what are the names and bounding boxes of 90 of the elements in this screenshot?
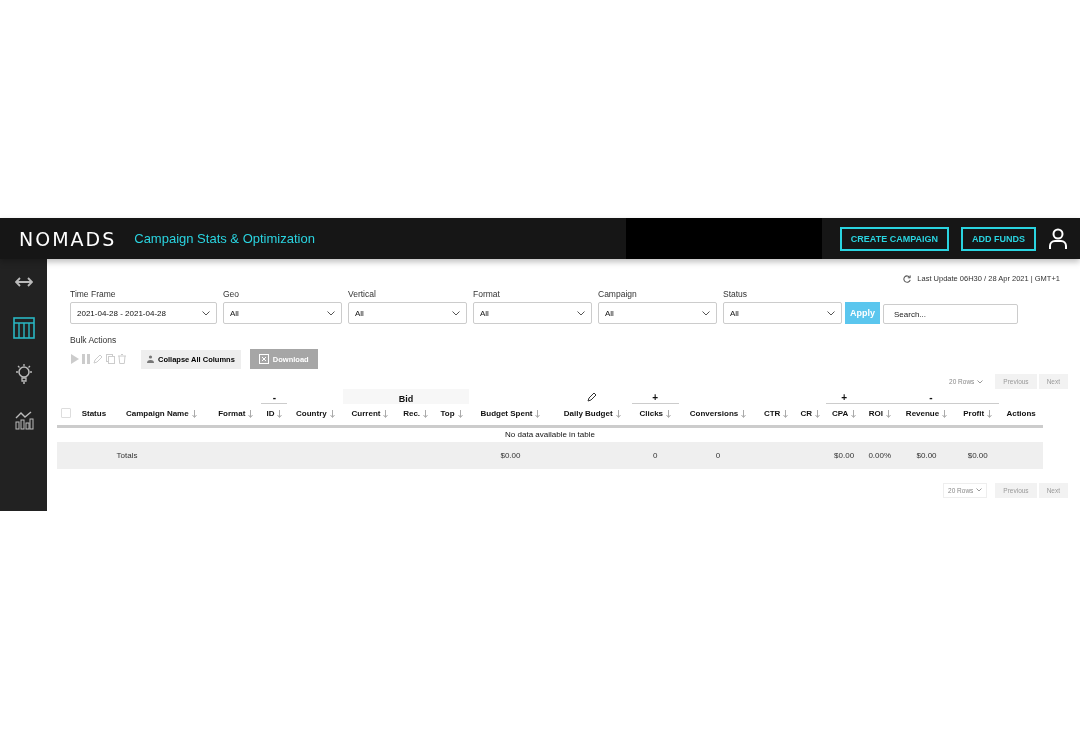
sort-arrow-icon[interactable]: [814, 409, 820, 418]
dropdown[interactable]: All: [473, 302, 592, 324]
person-icon: [147, 355, 154, 363]
column-group-label[interactable]: +: [652, 392, 659, 403]
sort-arrow-icon[interactable]: [987, 409, 993, 418]
column-header[interactable]: CTR: [757, 403, 795, 426]
refresh-icon[interactable]: [903, 274, 912, 283]
lightbulb-icon[interactable]: [13, 363, 34, 385]
sort-arrow-icon[interactable]: [329, 409, 335, 418]
column-header[interactable]: ID: [261, 403, 288, 426]
sort-arrow-icon[interactable]: [423, 409, 429, 418]
filter-label: Campaign: [598, 289, 638, 299]
chevron-down-icon: [452, 310, 460, 316]
chevron-down-icon: [827, 310, 835, 316]
select-all-checkbox[interactable]: [61, 407, 72, 418]
column-group-label[interactable]: -: [929, 392, 933, 403]
chevron-down-icon: [202, 310, 210, 316]
sort-arrow-icon[interactable]: [383, 409, 389, 418]
double-arrow-icon[interactable]: [14, 277, 33, 287]
spreadsheet-icon: [258, 354, 269, 364]
sort-arrow-icon[interactable]: [535, 409, 541, 418]
search-field[interactable]: Search...: [883, 304, 1018, 324]
trash-icon[interactable]: [118, 354, 126, 364]
chevron-down-icon: [976, 488, 983, 492]
sort-arrow-icon[interactable]: [277, 409, 283, 418]
column-header[interactable]: ROI: [862, 403, 897, 426]
filter-label: Vertical: [348, 289, 377, 299]
sort-arrow-icon[interactable]: [942, 409, 948, 418]
totals-cell: $0.00: [967, 450, 988, 460]
totals-cell: $0.00: [500, 450, 521, 460]
totals-cell: Totals: [116, 450, 138, 460]
column-header[interactable]: Daily Budget: [552, 403, 632, 426]
column-header[interactable]: Clicks: [632, 403, 679, 426]
play-icon[interactable]: [71, 354, 79, 364]
column-header[interactable]: CR: [794, 403, 826, 426]
sort-arrow-icon[interactable]: [783, 409, 789, 418]
filter-label: Format: [473, 289, 501, 299]
column-header[interactable]: Conversions: [678, 403, 758, 426]
copy-icon[interactable]: [106, 354, 115, 364]
column-header[interactable]: CPA: [825, 403, 863, 426]
empty-table-message: No data available in table: [505, 429, 595, 439]
column-group-label[interactable]: Bid: [398, 393, 414, 404]
column-header[interactable]: Budget Spent: [468, 403, 553, 426]
sort-arrow-icon[interactable]: [666, 409, 672, 418]
sort-arrow-icon[interactable]: [741, 409, 747, 418]
bar-chart-icon[interactable]: [13, 410, 34, 430]
filter-label: Status: [723, 289, 749, 299]
chevron-down-icon: [702, 310, 710, 316]
column-header[interactable]: Current: [343, 403, 397, 426]
totals-cell: 0.00%: [868, 450, 892, 460]
column-header[interactable]: Actions: [999, 403, 1043, 426]
sort-arrow-icon[interactable]: [191, 409, 197, 418]
filter-label: Time Frame: [70, 289, 117, 299]
page-title: Campaign Stats & Optimization: [134, 231, 315, 246]
column-header[interactable]: Rec.: [396, 403, 435, 426]
dropdown[interactable]: 2021-04-28 - 2021-04-28: [70, 302, 217, 324]
table-icon[interactable]: [12, 317, 35, 339]
totals-cell: 0: [653, 450, 658, 460]
filter-label: Geo: [223, 289, 241, 299]
column-header[interactable]: Format: [210, 403, 262, 426]
column-group-label[interactable]: +: [841, 392, 847, 403]
chevron-down-icon: [977, 379, 984, 384]
dropdown[interactable]: All: [223, 302, 342, 324]
sort-arrow-icon[interactable]: [851, 409, 857, 418]
logo: NOMADS: [19, 227, 117, 250]
header-button[interactable]: CREATE CAMPAIGN: [839, 226, 949, 251]
chevron-down-icon: [327, 310, 335, 316]
sort-arrow-icon[interactable]: [248, 409, 254, 418]
header-button[interactable]: ADD FUNDS: [961, 226, 1036, 251]
totals-cell: $0.00: [916, 450, 937, 460]
dropdown[interactable]: All: [598, 302, 717, 324]
sort-arrow-icon[interactable]: [457, 409, 463, 418]
column-header[interactable]: Profit: [956, 403, 1000, 426]
column-header[interactable]: Top: [434, 403, 469, 426]
column-header[interactable]: Country: [287, 403, 344, 426]
bulk-actions-label: Bulk Actions: [69, 335, 118, 345]
dropdown[interactable]: All: [723, 302, 842, 324]
column-group-label[interactable]: -: [272, 392, 277, 403]
pause-icon[interactable]: [82, 354, 90, 364]
totals-cell: $0.00: [834, 450, 855, 460]
sort-arrow-icon[interactable]: [885, 409, 891, 418]
column-header[interactable]: Revenue: [896, 403, 957, 426]
column-header[interactable]: Status: [75, 403, 113, 426]
pencil-icon[interactable]: [587, 391, 598, 402]
sort-arrow-icon[interactable]: [615, 409, 621, 418]
chevron-down-icon: [577, 310, 585, 316]
dropdown[interactable]: All: [348, 302, 467, 324]
user-icon[interactable]: [1048, 227, 1068, 250]
totals-cell: 0: [715, 450, 721, 460]
column-header[interactable]: Campaign Name: [112, 403, 211, 426]
